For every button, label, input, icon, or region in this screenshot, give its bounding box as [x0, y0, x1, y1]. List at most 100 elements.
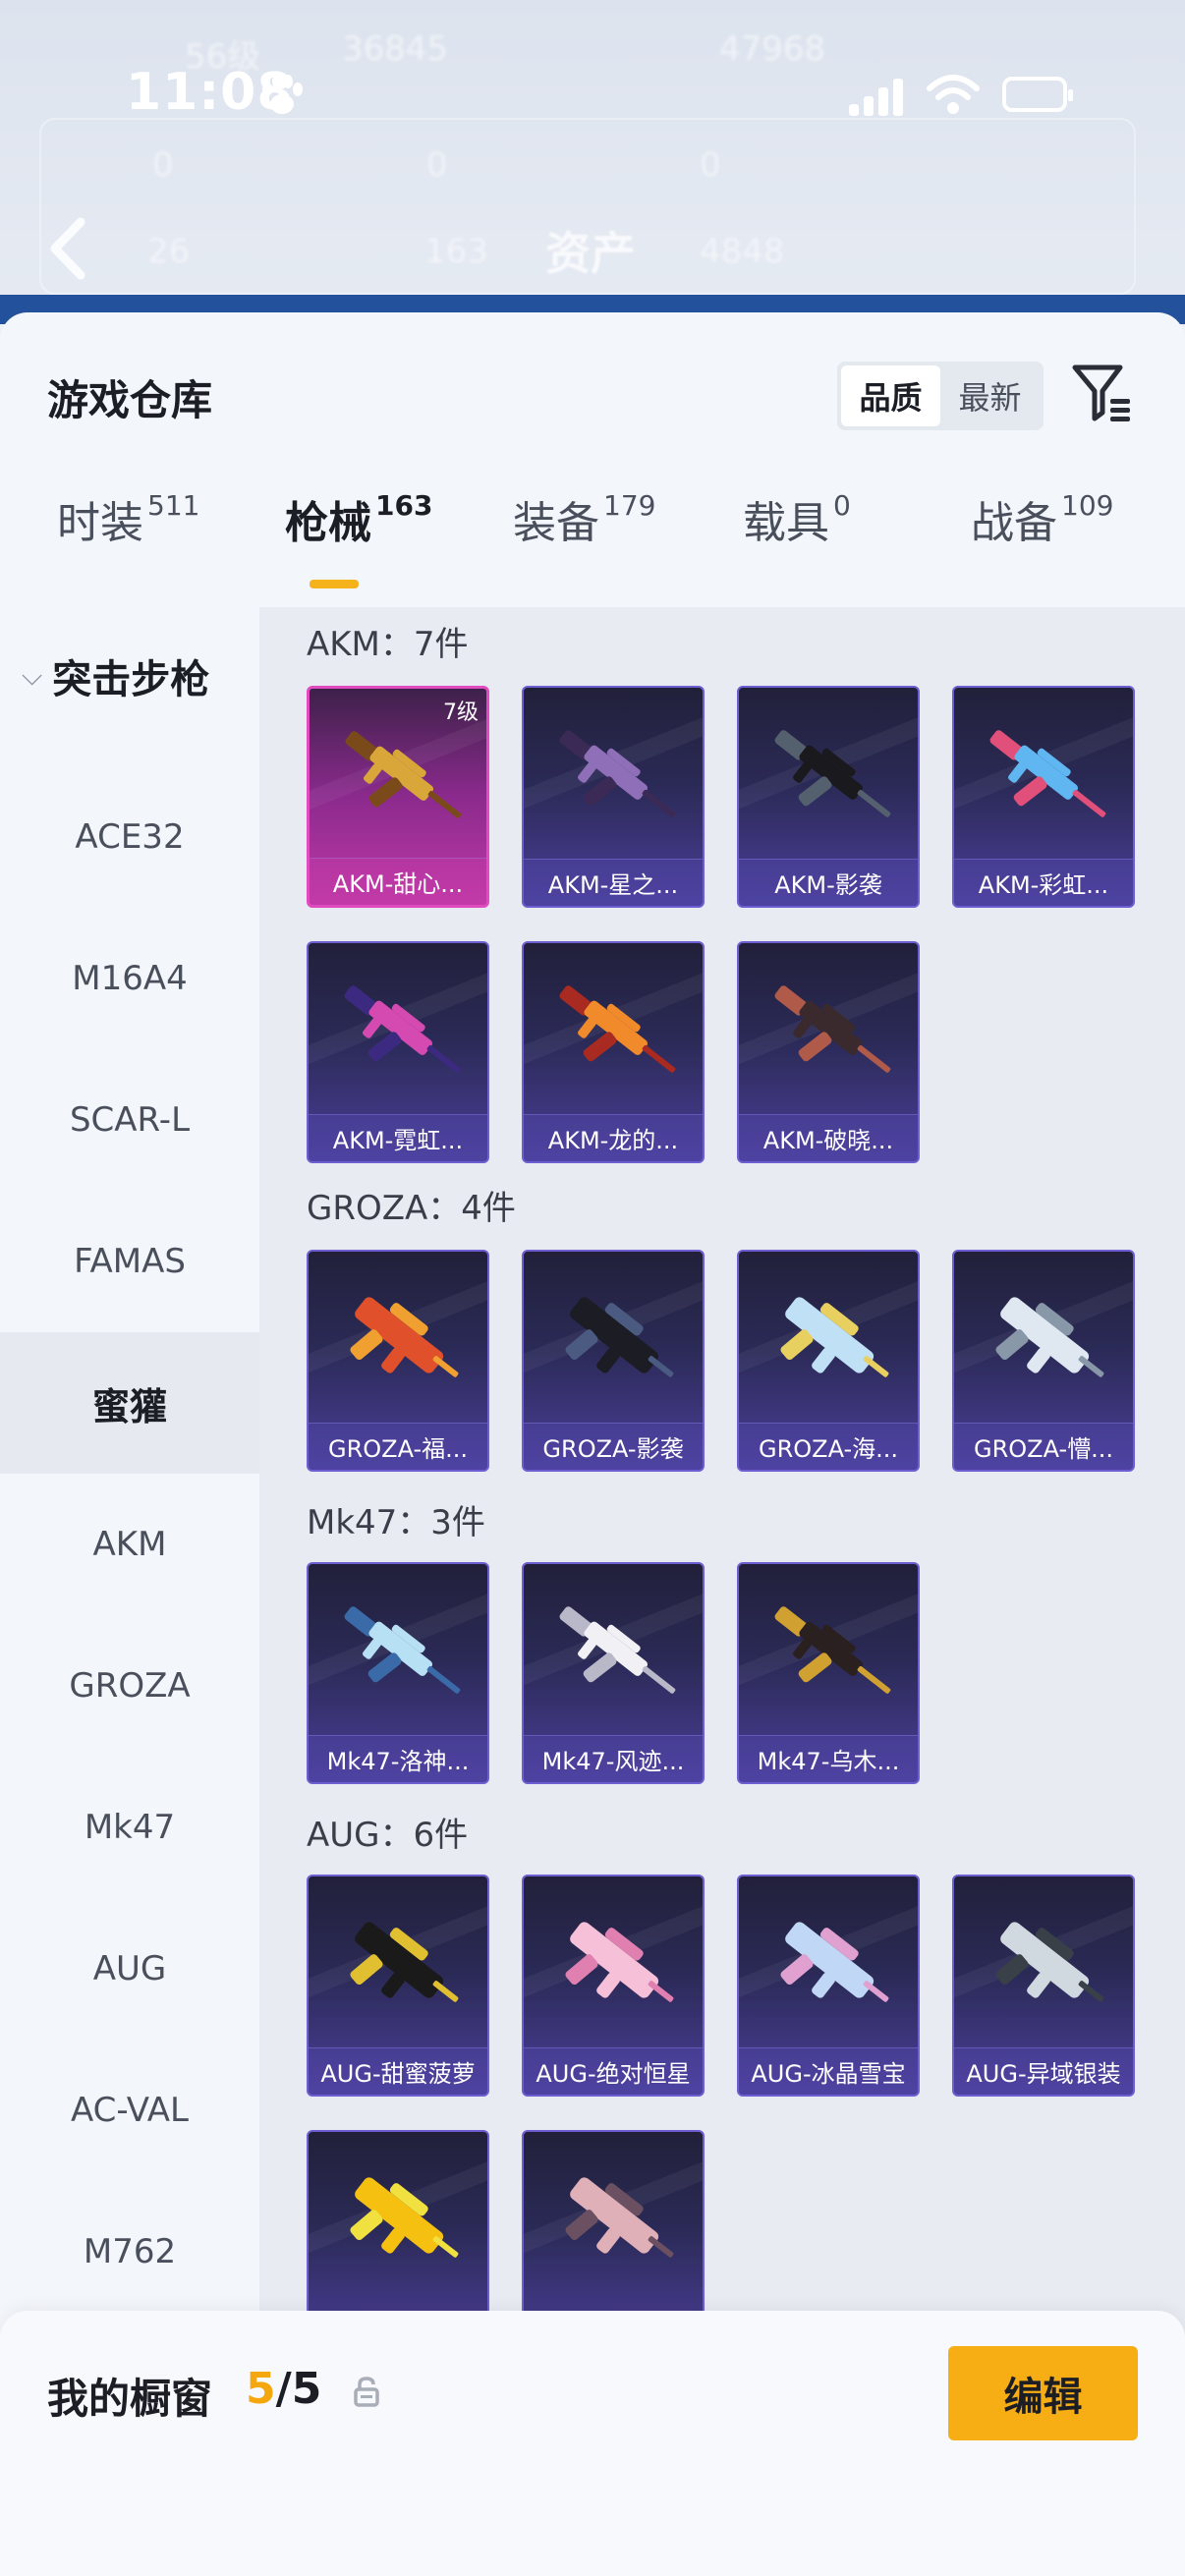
- sidebar-category-header[interactable]: ⌵ 突击步枪: [0, 607, 259, 745]
- showcase-title: 我的橱窗: [47, 2375, 213, 2423]
- tab-equipment[interactable]: 装备 179: [513, 487, 655, 550]
- weapon-card[interactable]: Mk47-洛神...: [307, 1562, 489, 1784]
- weapon-skin-icon: [565, 1297, 674, 1377]
- weapon-grid: AKM：7件 GROZA：4件 Mk47：3件 AUG：6件 7级 AKM-甜心.…: [259, 607, 1185, 2576]
- wifi-icon: [927, 75, 980, 114]
- weapon-skin-icon: [350, 1922, 459, 2002]
- weapon-card[interactable]: AKM-破晓...: [737, 941, 920, 1163]
- weapon-card[interactable]: AUG-冰晶雪宝: [737, 1875, 920, 2097]
- weapon-skin-icon: [774, 985, 891, 1073]
- weapon-card[interactable]: GROZA-懵...: [952, 1250, 1135, 1472]
- weapon-skin-icon: [565, 1922, 674, 2002]
- weapon-skin-icon: [345, 731, 462, 818]
- weapon-name: GROZA-海...: [739, 1423, 918, 1470]
- weapon-card[interactable]: Mk47-乌木...: [737, 1562, 920, 1784]
- group-title-aug: AUG：6件: [307, 1816, 469, 1855]
- background-value: 163: [424, 232, 488, 271]
- weapon-skin-icon: [774, 1606, 891, 1694]
- weapon-sidebar: ⌵ 突击步枪 ACE32 M16A4 SCAR-L FAMAS 蜜獾 AKM G…: [0, 607, 259, 2576]
- paw-icon: [262, 75, 303, 114]
- tab-firearms[interactable]: 枪械 163: [285, 487, 432, 550]
- sidebar-item-mk47[interactable]: Mk47: [0, 1757, 259, 1898]
- weapon-skin-icon: [995, 1297, 1104, 1377]
- group-title-groza: GROZA：4件: [307, 1189, 516, 1228]
- showcase-total: /5: [275, 2364, 322, 2414]
- sidebar-item-aug[interactable]: AUG: [0, 1898, 259, 2040]
- weapon-card[interactable]: AKM-影袭: [737, 686, 920, 908]
- tab-supplies[interactable]: 战备 109: [971, 487, 1113, 550]
- weapon-skin-icon: [774, 730, 891, 817]
- sidebar-item-groza[interactable]: GROZA: [0, 1615, 259, 1757]
- weapon-card[interactable]: Mk47-风迹...: [522, 1562, 705, 1784]
- sidebar-item-ace32[interactable]: ACE32: [0, 766, 259, 908]
- weapon-name: AKM-甜心...: [310, 858, 486, 905]
- back-icon[interactable]: [43, 214, 92, 283]
- sidebar-item-akm[interactable]: AKM: [0, 1474, 259, 1615]
- filter-icon[interactable]: [1071, 362, 1134, 424]
- tab-label: 战备: [971, 498, 1057, 548]
- tab-count: 179: [603, 489, 656, 522]
- weapon-card[interactable]: AUG-异域银装: [952, 1875, 1135, 2097]
- weapon-name: Mk47-乌木...: [739, 1735, 918, 1782]
- weapon-card[interactable]: AKM-彩虹...: [952, 686, 1135, 908]
- tab-label: 装备: [513, 498, 599, 548]
- group-title-akm: AKM：7件: [307, 625, 469, 664]
- weapon-skin-icon: [350, 1297, 459, 1377]
- sheet-title: 游戏仓库: [47, 376, 213, 424]
- weapon-card[interactable]: AKM-霓虹...: [307, 941, 489, 1163]
- sidebar-item-honey-badger[interactable]: 蜜獾: [0, 1332, 259, 1474]
- sidebar-item-m762[interactable]: M762: [0, 2181, 259, 2323]
- sidebar-item-scar-l[interactable]: SCAR-L: [0, 1049, 259, 1191]
- weapon-name: GROZA-懵...: [954, 1423, 1133, 1470]
- sort-toggle: 品质 最新: [837, 362, 1044, 430]
- weapon-name: AKM-星之...: [524, 859, 703, 906]
- tab-count: 0: [833, 489, 851, 522]
- sidebar-item-ac-val[interactable]: AC-VAL: [0, 2040, 259, 2181]
- sidebar-item-m16a4[interactable]: M16A4: [0, 908, 259, 1049]
- tab-count: 511: [147, 489, 200, 522]
- sort-newest-option[interactable]: 最新: [940, 365, 1040, 426]
- tab-label: 载具: [743, 498, 829, 548]
- weapon-card[interactable]: AKM-星之...: [522, 686, 705, 908]
- weapon-name: GROZA-影袭: [524, 1423, 703, 1470]
- weapon-name: Mk47-洛神...: [309, 1735, 487, 1782]
- weapon-name: AUG-绝对恒星: [524, 2047, 703, 2095]
- background-header: 56级 36845 47968 0 0 0 26 163 4848 资产 11:…: [0, 0, 1185, 324]
- weapon-skin-icon: [995, 1922, 1104, 2002]
- category-tabs: 时装 511 枪械 163 装备 179 载具 0 战备 109: [0, 487, 1185, 595]
- tab-fashion[interactable]: 时装 511: [57, 487, 199, 550]
- background-value: 0: [152, 145, 174, 185]
- status-bar: 11:08: [0, 59, 1185, 138]
- weapon-skin-icon: [344, 1606, 461, 1694]
- battery-icon: [1002, 77, 1073, 112]
- weapon-card[interactable]: AKM-龙的...: [522, 941, 705, 1163]
- background-value: 0: [700, 145, 721, 185]
- weapon-skin-icon: [559, 985, 676, 1073]
- background-value: 0: [426, 145, 448, 185]
- sidebar-item-famas[interactable]: FAMAS: [0, 1191, 259, 1332]
- weapon-name: AKM-破晓...: [739, 1114, 918, 1161]
- showcase-current: 5: [246, 2364, 276, 2414]
- weapon-card[interactable]: AUG-绝对恒星: [522, 1875, 705, 2097]
- weapon-name: AUG-冰晶雪宝: [739, 2047, 918, 2095]
- edit-button[interactable]: 编辑: [948, 2346, 1138, 2440]
- sort-quality-option[interactable]: 品质: [841, 365, 940, 426]
- weapon-name: AKM-龙的...: [524, 1114, 703, 1161]
- weapon-card[interactable]: 7级 AKM-甜心...: [307, 686, 489, 908]
- lock-icon: [354, 2377, 379, 2407]
- weapon-card[interactable]: GROZA-海...: [737, 1250, 920, 1472]
- tab-vehicles[interactable]: 载具 0: [743, 487, 851, 550]
- weapon-level-badge: 7级: [443, 700, 479, 725]
- weapon-card[interactable]: AUG-甜蜜菠萝: [307, 1875, 489, 2097]
- sidebar-category-label: 突击步枪: [52, 657, 210, 702]
- weapon-card[interactable]: GROZA-福...: [307, 1250, 489, 1472]
- tab-label: 时装: [57, 498, 143, 548]
- background-value: 26: [147, 232, 191, 271]
- weapon-skin-icon: [350, 2177, 459, 2258]
- warehouse-sheet: 游戏仓库 品质 最新 时装 511 枪械 163 装备 179 载具 0 战备 …: [0, 312, 1185, 2576]
- weapon-name: GROZA-福...: [309, 1423, 487, 1470]
- weapon-name: AUG-异域银装: [954, 2047, 1133, 2095]
- weapon-card[interactable]: GROZA-影袭: [522, 1250, 705, 1472]
- weapon-name: Mk47-风迹...: [524, 1735, 703, 1782]
- weapon-name: AUG-甜蜜菠萝: [309, 2047, 487, 2095]
